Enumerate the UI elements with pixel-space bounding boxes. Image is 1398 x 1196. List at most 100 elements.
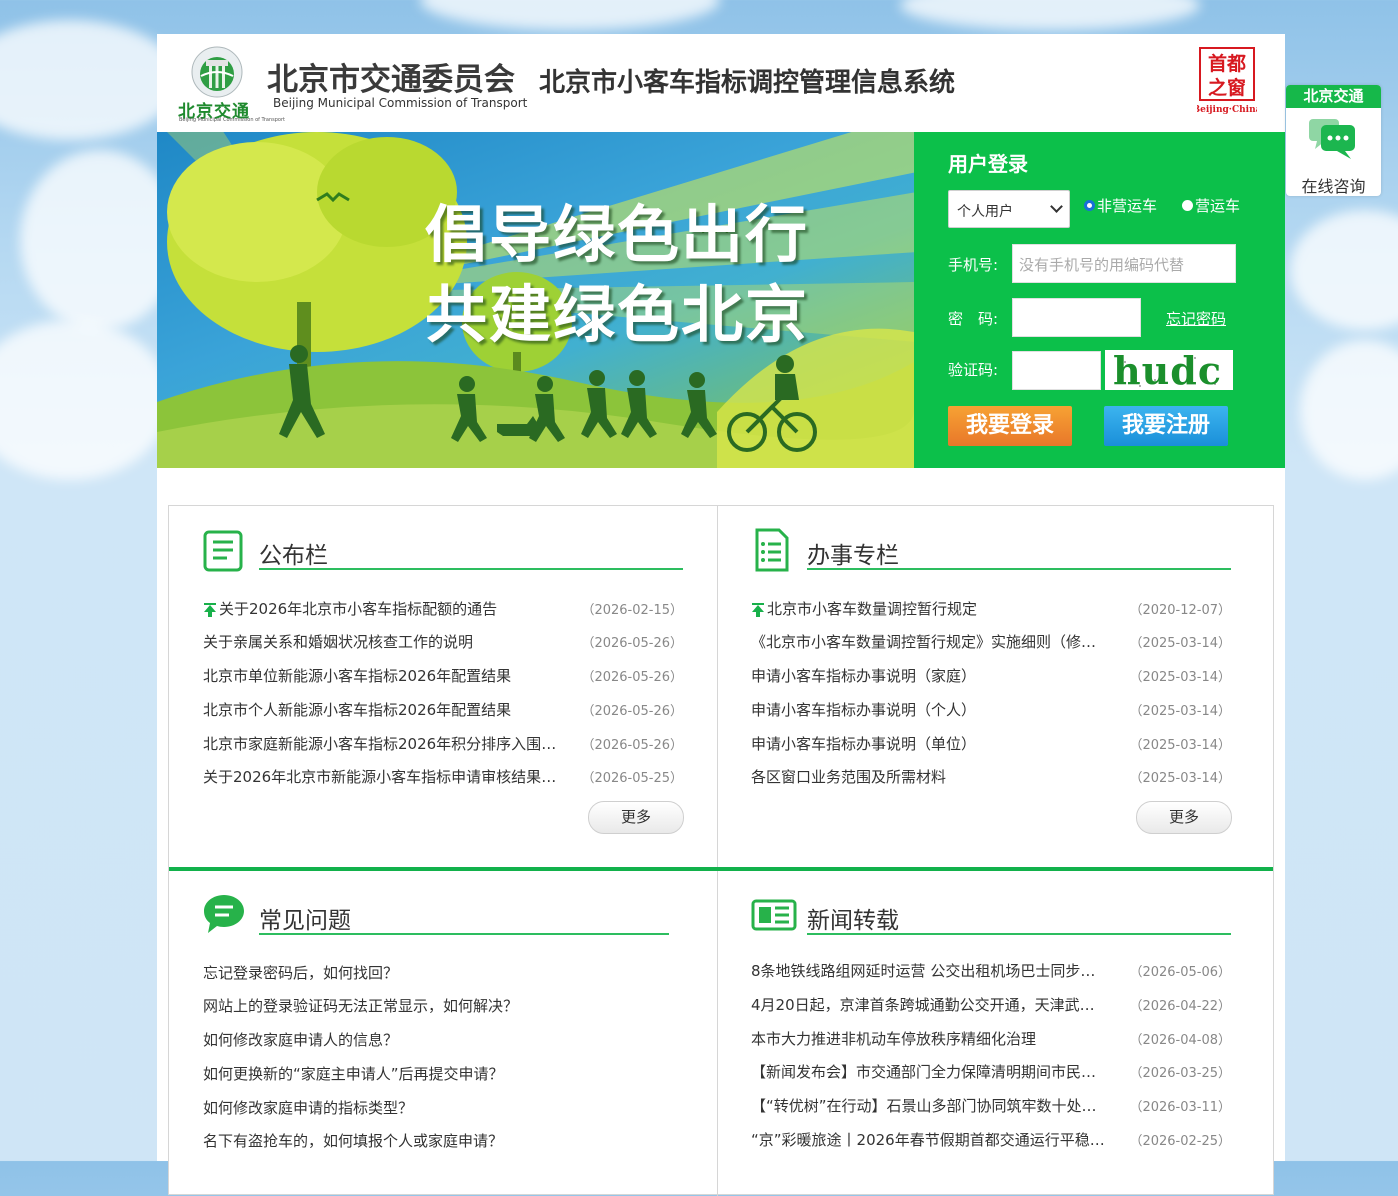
item-title: 8条地铁线路组网延时运营 公交出租机场巴士同步保障 <box>751 962 1107 980</box>
widget-label: 在线咨询 <box>1301 177 1366 196</box>
item-title: 忘记登录密码后，如何找回？ <box>203 964 399 982</box>
radio-unselected-icon <box>1182 200 1193 211</box>
panel-vertical-divider <box>717 506 718 1196</box>
item-title: 申请小客车指标办事说明（个人） <box>751 701 977 719</box>
chat-bubbles-icon <box>1309 119 1355 159</box>
captcha-label: 验证码: <box>948 361 999 379</box>
list-item[interactable]: 申请小客车指标办事说明（单位） （2025-03-14） <box>751 733 1231 757</box>
item-date: （2025-03-14） <box>1129 771 1231 786</box>
pin-top-arrow-icon <box>204 603 216 617</box>
services-panel: 办事专栏 北京市小客车数量调控暂行规定 （2020-12-07） 《北京市小客车… <box>751 528 1251 848</box>
services-more-button[interactable]: 更多 <box>1136 801 1232 834</box>
list-item[interactable]: 北京市家庭新能源小客车指标2026年积分排序入围结果 （2026-05-26） <box>203 733 683 757</box>
item-title: 如何更换新的“家庭主申请人”后再提交申请？ <box>203 1065 504 1083</box>
list-item[interactable]: 名下有盗抢车的，如何填报个人或家庭申请？ <box>203 1130 683 1154</box>
bmct-emblem-icon <box>191 46 243 98</box>
list-item[interactable]: 网站上的登录验证码无法正常显示，如何解决？ <box>203 995 683 1019</box>
item-title: 网站上的登录验证码无法正常显示，如何解决？ <box>203 997 519 1015</box>
list-item[interactable]: 申请小客车指标办事说明（个人） （2025-03-14） <box>751 699 1231 723</box>
faq-header: 常见问题 <box>203 893 683 939</box>
item-title: 申请小客车指标办事说明（家庭） <box>751 667 977 685</box>
banner-slogan-line1: 倡导绿色出行 <box>425 198 810 271</box>
item-date: （2025-03-14） <box>1129 738 1231 753</box>
logo-small-en-text: Beijing Municipal Commission of Transpor… <box>179 117 285 123</box>
badge-mid-text: 之窗 <box>1208 76 1246 99</box>
login-panel: 用户登录 个人用户 非营运车 营运车 手机号: 没有手机号的用编码代替 密 码:… <box>914 132 1285 468</box>
list-item[interactable]: 北京市个人新能源小客车指标2026年配置结果 （2026-05-26） <box>203 699 683 723</box>
banner-slogan-line2: 共建绿色北京 <box>425 278 810 351</box>
radio-non-commercial-label: 非营运车 <box>1097 197 1158 215</box>
online-consult-widget[interactable]: 北京交通 在线咨询 <box>1286 85 1381 196</box>
item-date: （2026-05-26） <box>581 636 683 651</box>
item-title: 北京市个人新能源小客车指标2026年配置结果 <box>203 701 512 719</box>
green-travel-banner[interactable]: 倡导绿色出行 共建绿色北京 <box>157 132 914 468</box>
phone-input[interactable]: 没有手机号的用编码代替 <box>1012 244 1236 283</box>
list-item[interactable]: 关于亲属关系和婚姻状况核查工作的说明 （2026-05-26） <box>203 631 683 655</box>
list-item[interactable]: 各区窗口业务范围及所需材料 （2025-03-14） <box>751 766 1231 790</box>
faq-panel: 常见问题 忘记登录密码后，如何找回？ 网站上的登录验证码无法正常显示，如何解决？… <box>203 893 703 1183</box>
list-item[interactable]: 忘记登录密码后，如何找回？ <box>203 962 683 986</box>
item-date: （2026-03-11） <box>1129 1100 1231 1115</box>
captcha-input[interactable] <box>1012 351 1101 390</box>
item-date: （2026-05-26） <box>581 704 683 719</box>
pin-top-arrow-icon <box>752 603 764 617</box>
services-underline <box>807 568 1231 570</box>
login-button[interactable]: 我要登录 <box>948 406 1072 446</box>
item-title: 关于2026年北京市小客车指标配额的通告 <box>219 600 498 618</box>
list-item[interactable]: 《北京市小客车数量调控暂行规定》实施细则（修订） （2025-03-14） <box>751 631 1231 655</box>
news-panel: 新闻转载 8条地铁线路组网延时运营 公交出租机场巴士同步保障 （2026-05-… <box>751 893 1251 1183</box>
item-date: （2026-04-22） <box>1129 999 1231 1014</box>
list-item[interactable]: 申请小客车指标办事说明（家庭） （2025-03-14） <box>751 665 1231 689</box>
list-item[interactable]: 【新闻发布会】市交通部门全力保障清明期间市民出行 （2026-03-25） <box>751 1061 1231 1085</box>
news-title: 新闻转载 <box>807 908 899 934</box>
item-title: 申请小客车指标办事说明（单位） <box>751 735 977 753</box>
item-title: 北京市小客车数量调控暂行规定 <box>767 600 978 618</box>
capital-window-badge[interactable]: 首都 之窗 Beijing·China <box>1193 46 1262 118</box>
faq-underline <box>259 933 669 935</box>
panel-horizontal-divider <box>169 867 1273 871</box>
user-type-select[interactable]: 个人用户 <box>948 190 1070 228</box>
main-container: 北京交通 Beijing Municipal Commission of Tra… <box>157 34 1285 1196</box>
list-item[interactable]: 北京市单位新能源小客车指标2026年配置结果 （2026-05-26） <box>203 665 683 689</box>
list-item[interactable]: 如何修改家庭申请的指标类型？ <box>203 1097 683 1121</box>
list-item[interactable]: 4月20日起，京津首条跨城通勤公交开通，天津武清直达北京 （2026-04-22… <box>751 994 1231 1018</box>
captcha-image[interactable]: hudc <box>1105 350 1233 390</box>
system-title: 北京市小客车指标调控管理信息系统 <box>539 68 956 98</box>
item-date: （2026-05-26） <box>581 670 683 685</box>
item-title: 如何修改家庭申请的指标类型？ <box>203 1099 414 1117</box>
phone-label: 手机号: <box>948 256 999 274</box>
chevron-down-icon <box>1050 200 1063 213</box>
item-title: 名下有盗抢车的，如何填报个人或家庭申请？ <box>203 1132 504 1150</box>
org-name-en: Beijing Municipal Commission of Transpor… <box>273 96 528 110</box>
bulletin-title: 公布栏 <box>259 543 328 569</box>
item-date: （2025-03-14） <box>1129 636 1231 651</box>
list-item[interactable]: 关于2026年北京市新能源小客车指标申请审核结果的公告 （2026-05-25） <box>203 766 683 790</box>
widget-head: 北京交通 <box>1286 85 1381 108</box>
list-item[interactable]: 北京市小客车数量调控暂行规定 （2020-12-07） <box>751 598 1231 622</box>
item-date: （2026-03-25） <box>1129 1066 1231 1081</box>
radio-commercial[interactable]: 营运车 <box>1182 195 1240 216</box>
list-item[interactable]: 本市大力推进非机动车停放秩序精细化治理 （2026-04-08） <box>751 1028 1231 1052</box>
item-title: 4月20日起，京津首条跨城通勤公交开通，天津武清直达北京 <box>751 996 1107 1014</box>
item-title: 本市大力推进非机动车停放秩序精细化治理 <box>751 1030 1037 1048</box>
register-button[interactable]: 我要注册 <box>1104 406 1228 446</box>
content-panels: 公布栏 关于2026年北京市小客车指标配额的通告 （2026-02-15） 关于… <box>168 505 1274 1196</box>
radio-non-commercial[interactable]: 非营运车 <box>1084 195 1157 216</box>
forgot-password-link[interactable]: 忘记密码 <box>1166 308 1226 329</box>
bulletin-more-button[interactable]: 更多 <box>588 801 684 834</box>
item-title: 如何修改家庭申请人的信息？ <box>203 1031 399 1049</box>
item-title: 关于2026年北京市新能源小客车指标申请审核结果的公告 <box>203 768 559 786</box>
item-title: “京”彩暖旅途丨2026年春节假期首都交通运行平稳有序 <box>751 1131 1107 1149</box>
badge-en-text: Beijing·China <box>1197 105 1257 115</box>
list-item[interactable]: 如何修改家庭申请人的信息？ <box>203 1029 683 1053</box>
password-input[interactable] <box>1012 298 1141 337</box>
user-type-value: 个人用户 <box>957 204 1013 220</box>
list-item[interactable]: 【“转优树”在行动】石景山多部门协同筑牢数十处安全防线 （2026-03-11） <box>751 1095 1231 1119</box>
item-title: 北京市单位新能源小客车指标2026年配置结果 <box>203 667 512 685</box>
list-item[interactable]: 如何更换新的“家庭主申请人”后再提交申请？ <box>203 1063 683 1087</box>
list-item[interactable]: “京”彩暖旅途丨2026年春节假期首都交通运行平稳有序 （2026-02-25） <box>751 1129 1231 1153</box>
list-item[interactable]: 关于2026年北京市小客车指标配额的通告 （2026-02-15） <box>203 598 683 622</box>
document-list-icon <box>755 528 789 572</box>
org-name-cn: 北京市交通委员会 <box>267 62 515 98</box>
list-item[interactable]: 8条地铁线路组网延时运营 公交出租机场巴士同步保障 （2026-05-06） <box>751 960 1231 984</box>
